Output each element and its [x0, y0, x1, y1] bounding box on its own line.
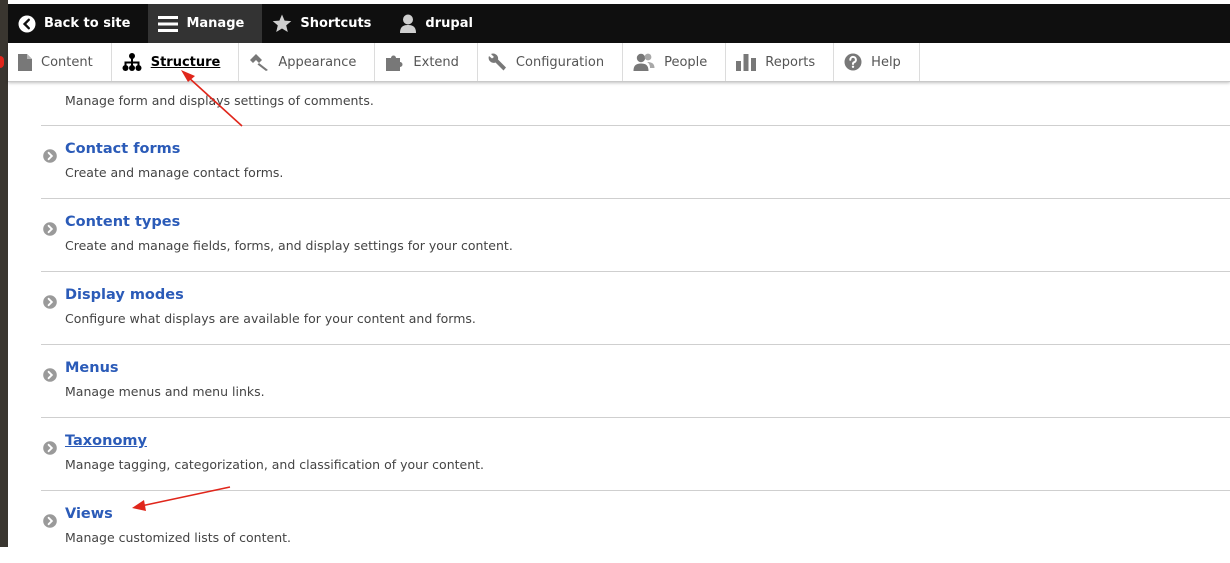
tray-item-configuration-label: Configuration [515, 54, 605, 70]
list-item: Content types Create and manage fields, … [41, 199, 1230, 272]
desktop-edge [0, 0, 8, 547]
people-icon [633, 53, 655, 71]
chevron-circle-icon [43, 294, 57, 313]
chevron-circle-icon [43, 513, 57, 532]
back-circle-icon [18, 15, 36, 33]
help-icon [844, 53, 862, 71]
list-item-desc: Create and manage contact forms. [65, 165, 284, 180]
chevron-circle-icon [43, 221, 57, 240]
list-item: Display modes Configure what displays ar… [41, 272, 1230, 345]
list-item-desc: Manage tagging, categorization, and clas… [65, 457, 485, 472]
user-label: drupal [425, 16, 473, 31]
structure-admin-list: Manage form and displays settings of com… [41, 82, 1230, 563]
user-icon [399, 14, 417, 33]
list-item-desc: Configure what displays are available fo… [65, 311, 476, 326]
tray-item-structure-label: Structure [150, 54, 221, 70]
tray-item-people[interactable]: People [623, 43, 727, 81]
content-types-link[interactable]: Content types [65, 214, 180, 230]
list-item-desc: Manage customized lists of content. [65, 530, 291, 545]
back-to-site-label: Back to site [44, 16, 131, 31]
wrench-icon [488, 53, 507, 72]
star-icon [272, 14, 292, 33]
tray-item-extend-label: Extend [413, 54, 459, 70]
taxonomy-link[interactable]: Taxonomy [65, 433, 147, 449]
tray-item-help[interactable]: Help [834, 43, 920, 81]
list-item: Taxonomy Manage tagging, categorization,… [41, 418, 1230, 491]
admin-toolbar: Back to site Manage Shortcuts drupal [8, 4, 1230, 43]
brush-icon [249, 53, 269, 71]
list-item-desc: Manage menus and menu links. [65, 384, 265, 399]
chevron-circle-icon [43, 148, 57, 167]
tray-item-appearance-label: Appearance [278, 54, 357, 70]
list-item: Manage form and displays settings of com… [41, 82, 1230, 126]
chevron-circle-icon [43, 367, 57, 386]
tray-item-configuration[interactable]: Configuration [478, 43, 624, 81]
tray-item-reports[interactable]: Reports [726, 43, 835, 81]
display-modes-link[interactable]: Display modes [65, 287, 184, 303]
shortcuts-tab[interactable]: Shortcuts [262, 4, 389, 43]
list-item-desc: Manage form and displays settings of com… [65, 93, 374, 108]
tray-item-reports-label: Reports [765, 54, 816, 70]
list-item-desc: Create and manage fields, forms, and dis… [65, 238, 513, 253]
back-to-site-link[interactable]: Back to site [8, 4, 148, 43]
admin-tray: Content Structure Appearance Extend Conf… [8, 43, 1230, 82]
sitemap-icon [122, 53, 142, 71]
page-icon [18, 53, 32, 71]
tray-item-appearance[interactable]: Appearance [239, 43, 376, 81]
manage-label: Manage [186, 16, 245, 31]
menus-link[interactable]: Menus [65, 360, 119, 376]
list-item: Contact forms Create and manage contact … [41, 126, 1230, 199]
views-link[interactable]: Views [65, 506, 113, 522]
puzzle-icon [385, 53, 404, 71]
tray-item-structure[interactable]: Structure [112, 43, 240, 81]
tray-item-content-label: Content [41, 54, 93, 70]
bar-chart-icon [736, 53, 757, 71]
tray-item-extend[interactable]: Extend [375, 43, 478, 81]
user-tab[interactable]: drupal [389, 4, 491, 43]
shortcuts-label: Shortcuts [300, 16, 372, 31]
tray-item-content[interactable]: Content [8, 43, 112, 81]
list-item: Menus Manage menus and menu links. [41, 345, 1230, 418]
tray-item-help-label: Help [871, 54, 901, 70]
tray-item-people-label: People [664, 54, 708, 70]
chevron-circle-icon [43, 440, 57, 459]
hamburger-icon [158, 15, 179, 33]
manage-tab[interactable]: Manage [148, 4, 263, 43]
contact-forms-link[interactable]: Contact forms [65, 141, 180, 157]
list-item: Views Manage customized lists of content… [41, 491, 1230, 563]
